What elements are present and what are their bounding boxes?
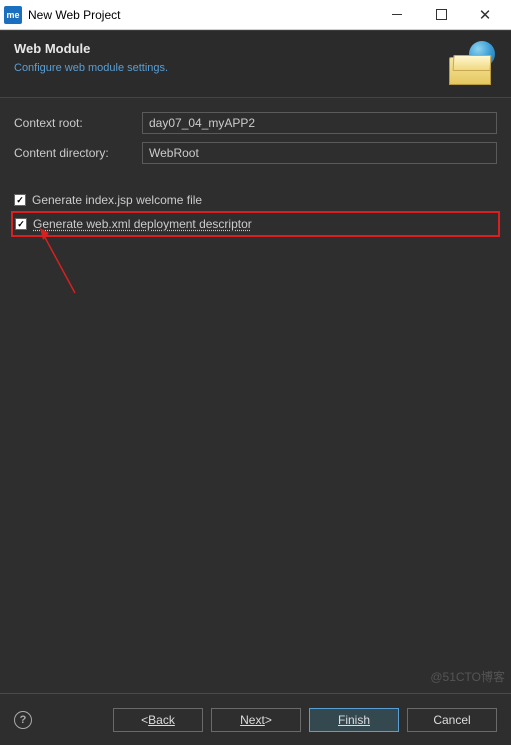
context-root-row: Context root: [14,112,497,134]
content-dir-row: Content directory: [14,142,497,164]
cancel-button[interactable]: Cancel [407,708,497,732]
window-title: New Web Project [28,8,375,22]
button-group: < Back Next > Finish Cancel [113,708,497,732]
webxml-label: Generate web.xml deployment descriptor [33,217,252,231]
context-root-input[interactable] [142,112,497,134]
checkbox-icon: ✓ [14,194,26,206]
page-subtitle: Configure web module settings. [14,62,441,74]
minimize-button[interactable] [375,1,419,29]
content-dir-label: Content directory: [14,146,142,160]
content-dir-input[interactable] [142,142,497,164]
context-root-label: Context root: [14,116,142,130]
highlight-annotation: ✓ Generate web.xml deployment descriptor [11,211,500,237]
maximize-button[interactable] [419,1,463,29]
wizard-icon [449,41,497,85]
finish-button[interactable]: Finish [309,708,399,732]
content-area: Context root: Content directory: ✓ Gener… [0,98,511,252]
wizard-header: Web Module Configure web module settings… [0,30,511,97]
help-icon[interactable]: ? [14,711,32,729]
footer: ? < Back Next > Finish Cancel [0,693,511,745]
titlebar: me New Web Project ✕ [0,0,511,30]
watermark: @51CTO博客 [430,668,505,685]
page-title: Web Module [14,41,441,56]
back-button[interactable]: < Back [113,708,203,732]
checkbox-icon: ✓ [15,218,27,230]
app-icon: me [4,6,22,24]
folder-icon [449,57,491,85]
next-button[interactable]: Next > [211,708,301,732]
window-controls: ✕ [375,1,507,29]
close-button[interactable]: ✕ [463,1,507,29]
welcome-file-label: Generate index.jsp welcome file [32,193,202,207]
webxml-checkbox-row[interactable]: ✓ Generate web.xml deployment descriptor [15,214,496,234]
welcome-file-checkbox-row[interactable]: ✓ Generate index.jsp welcome file [14,190,497,210]
